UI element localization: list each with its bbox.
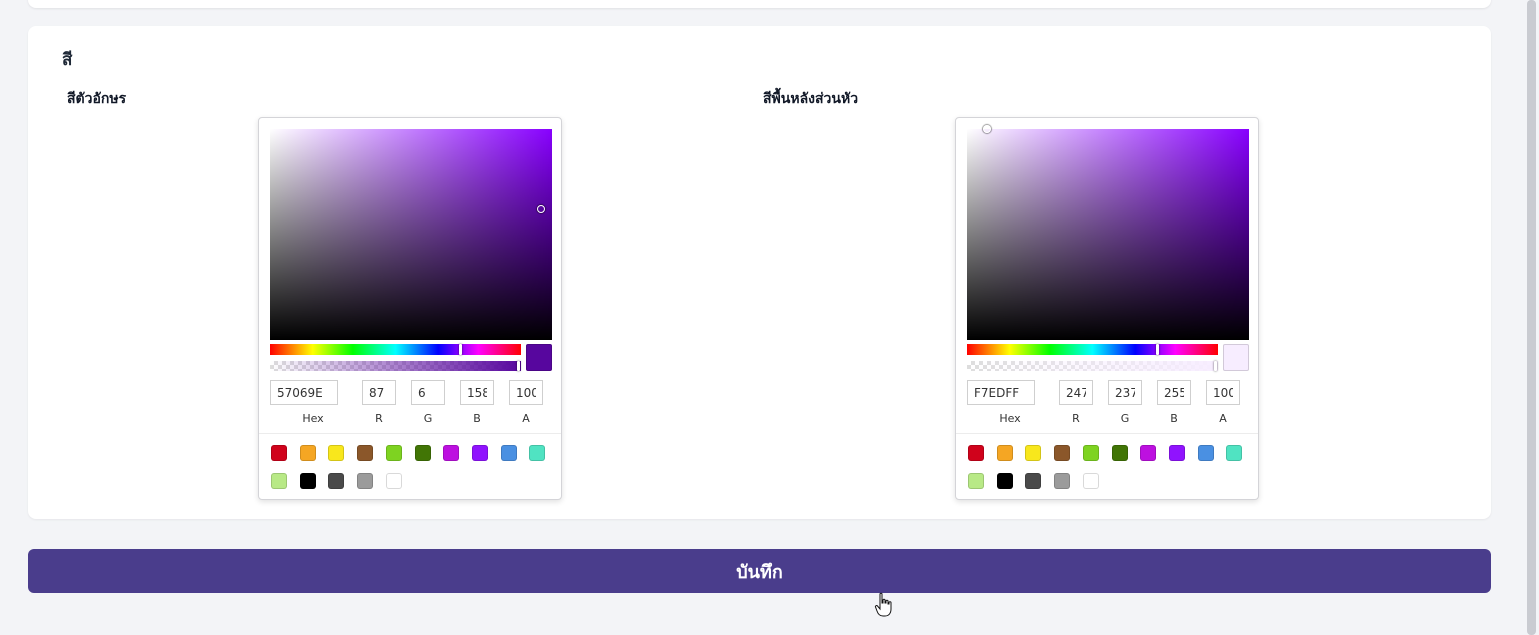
alpha-slider-handle[interactable] [1214, 361, 1217, 371]
saturation-pointer[interactable] [982, 125, 991, 133]
red-input[interactable] [362, 380, 396, 405]
preset-color-swatch[interactable] [1226, 445, 1243, 461]
preset-color-swatch[interactable] [357, 445, 374, 461]
preset-color-swatch[interactable] [1054, 473, 1071, 489]
preset-color-swatch[interactable] [500, 445, 517, 461]
text-color-picker: Hex R G B A [258, 117, 562, 500]
hex-label: Hex [302, 412, 324, 425]
blue-label: B [473, 412, 481, 425]
preset-color-swatch[interactable] [529, 445, 546, 461]
preset-color-swatch[interactable] [271, 445, 287, 461]
preset-color-swatch[interactable] [1168, 445, 1185, 461]
saturation-area[interactable] [967, 125, 1249, 340]
saturation-area[interactable] [270, 129, 552, 340]
color-preview-swatch [526, 344, 552, 371]
alpha-input[interactable] [509, 380, 543, 405]
hex-label: Hex [999, 412, 1021, 425]
color-settings-card [28, 26, 1491, 519]
preset-color-swatch[interactable] [1197, 445, 1214, 461]
preset-color-swatch[interactable] [299, 473, 316, 489]
save-button[interactable]: บันทึก [28, 549, 1491, 593]
blue-input[interactable] [1157, 380, 1191, 405]
preset-color-swatch[interactable] [328, 473, 345, 489]
preset-color-swatch[interactable] [385, 445, 402, 461]
hue-slider-handle[interactable] [458, 344, 462, 355]
header-bg-color-label: สีพื้นหลังส่วนหัว [763, 91, 859, 107]
hue-slider[interactable] [270, 344, 521, 355]
preset-color-swatch[interactable] [1054, 445, 1071, 461]
preset-color-swatch[interactable] [414, 445, 431, 461]
divider [259, 433, 561, 434]
alpha-slider[interactable] [967, 361, 1218, 371]
preset-color-swatch[interactable] [968, 473, 984, 489]
preset-color-swatch[interactable] [471, 445, 488, 461]
preset-color-swatch[interactable] [271, 473, 287, 489]
preset-color-swatch[interactable] [996, 445, 1013, 461]
blue-input[interactable] [460, 380, 494, 405]
preset-color-swatch[interactable] [328, 445, 345, 461]
header-bg-color-picker: Hex R G B A [955, 117, 1259, 500]
divider [956, 433, 1258, 434]
preset-color-swatch[interactable] [385, 473, 402, 489]
hand-pointer-cursor-icon [874, 592, 892, 617]
color-preview-swatch [1223, 344, 1249, 371]
preset-color-swatch[interactable] [357, 473, 374, 489]
blue-label: B [1170, 412, 1178, 425]
preset-color-swatch[interactable] [996, 473, 1013, 489]
red-label: R [1072, 412, 1080, 425]
preset-color-swatch[interactable] [1025, 445, 1042, 461]
text-color-label: สีตัวอักษร [67, 91, 127, 107]
hue-slider-handle[interactable] [1155, 344, 1159, 355]
preset-color-swatch[interactable] [1082, 445, 1099, 461]
red-input[interactable] [1059, 380, 1093, 405]
previous-card [28, 0, 1491, 8]
preset-color-swatch[interactable] [1025, 473, 1042, 489]
alpha-slider-handle[interactable] [517, 361, 520, 371]
green-input[interactable] [1108, 380, 1142, 405]
preset-color-swatch[interactable] [1082, 473, 1099, 489]
alpha-label: A [1219, 412, 1227, 425]
scrollbar-thumb[interactable] [1527, 0, 1536, 635]
preset-color-swatch[interactable] [299, 445, 316, 461]
hex-input[interactable] [270, 380, 338, 405]
hue-slider[interactable] [967, 344, 1218, 355]
preset-color-swatch[interactable] [1140, 445, 1157, 461]
green-label: G [1120, 412, 1130, 425]
red-label: R [375, 412, 383, 425]
preset-color-swatch[interactable] [968, 445, 984, 461]
alpha-label: A [522, 412, 530, 425]
preset-color-swatch[interactable] [1111, 445, 1128, 461]
green-label: G [423, 412, 433, 425]
hex-input[interactable] [967, 380, 1035, 405]
preset-color-swatch[interactable] [443, 445, 460, 461]
alpha-slider[interactable] [270, 361, 521, 371]
alpha-input[interactable] [1206, 380, 1240, 405]
green-input[interactable] [411, 380, 445, 405]
section-title: สี [62, 50, 73, 70]
saturation-pointer[interactable] [537, 205, 546, 214]
